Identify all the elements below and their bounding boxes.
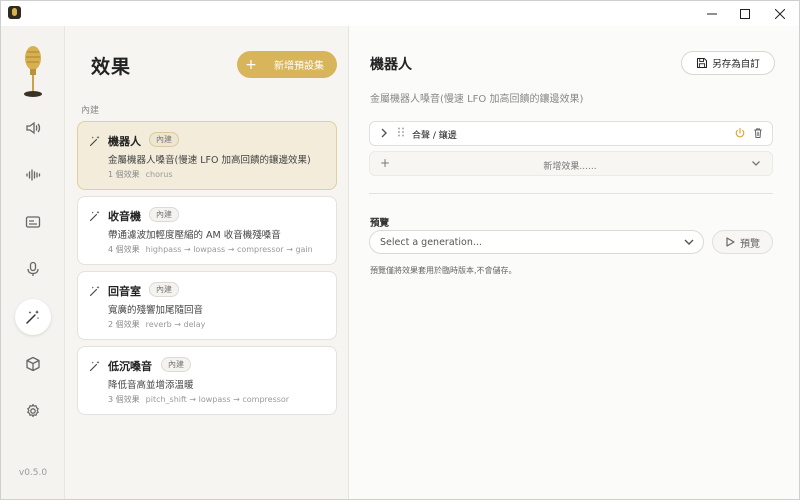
effect-chain: pitch_shift → lowpass → compressor <box>145 395 290 404</box>
nav-settings[interactable] <box>15 393 51 429</box>
preset-meta: 2 個效果 reverb → delay <box>108 319 205 330</box>
preset-meta: 3 個效果 pitch_shift → lowpass → compressor <box>108 394 289 405</box>
magic-wand-icon <box>89 285 100 297</box>
save-icon <box>697 57 708 69</box>
preset-meta: 4 個效果 highpass → lowpass → compressor → g… <box>108 244 313 255</box>
new-preset-label: 新增預設集 <box>274 61 324 72</box>
page-title: 效果 <box>91 56 132 78</box>
builtin-badge: 內建 <box>149 207 179 222</box>
builtin-badge: 內建 <box>149 132 179 147</box>
plus-icon: + <box>245 56 257 73</box>
effect-chain: reverb → delay <box>145 320 206 329</box>
preset-name: 回音室 <box>108 285 141 298</box>
preset-card[interactable]: 機器人 內建 金屬機器人嗓音(慢速 LFO 加高回饋的鑲邊效果) 1 個效果 ch… <box>77 121 337 190</box>
nav-microphone[interactable] <box>15 251 51 287</box>
preset-detail-pane: 機器人 另存為自訂 金屬機器人嗓音(慢速 LFO 加高回饋的鑲邊效果) 合聲 /… <box>350 26 799 499</box>
effect-chain: chorus <box>145 170 173 179</box>
preview-button-label: 預覽 <box>740 238 760 250</box>
subtitles-icon <box>25 216 41 228</box>
play-icon <box>726 237 735 247</box>
new-preset-button[interactable]: + 新增預設集 <box>237 51 337 78</box>
builtin-badge: 內建 <box>149 282 179 297</box>
gear-icon <box>27 403 39 418</box>
magic-wand-icon <box>89 210 100 222</box>
nav-effects[interactable] <box>15 299 51 335</box>
generation-select-placeholder: Select a generation... <box>380 237 482 248</box>
minimize-button[interactable] <box>695 1 729 26</box>
effect-count: 4 個效果 <box>108 245 140 254</box>
chevron-down-icon <box>752 161 760 166</box>
divider <box>369 193 773 194</box>
magic-wand-icon <box>89 360 100 372</box>
effect-row[interactable]: 合聲 / 鑲邊 <box>369 121 773 146</box>
section-label-builtin: 內建 <box>81 106 100 116</box>
preset-card[interactable]: 低沉嗓音 內建 降低音高並增添溫暖 3 個效果 pitch_shift → low… <box>77 346 337 415</box>
nav-subtitles[interactable] <box>15 204 51 240</box>
preset-description: 金屬機器人嗓音(慢速 LFO 加高回饋的鑲邊效果) <box>108 155 311 166</box>
drag-handle-icon[interactable] <box>397 126 405 138</box>
effect-name: 合聲 / 鑲邊 <box>412 131 457 141</box>
minimize-icon <box>707 13 717 14</box>
add-effect-label: 新增效果...... <box>543 162 597 172</box>
save-as-custom-button[interactable]: 另存為自訂 <box>681 51 775 75</box>
add-effect-dropdown[interactable]: + 新增效果...... <box>369 151 773 176</box>
preview-button[interactable]: 預覽 <box>712 230 773 254</box>
preset-meta: 1 個效果 chorus <box>108 169 173 180</box>
preview-section-label: 預覽 <box>370 218 390 229</box>
app-logo-icon <box>8 6 21 19</box>
nav-waveform[interactable] <box>15 157 51 193</box>
speaker-icon <box>26 121 41 135</box>
nav-speaker[interactable] <box>15 110 51 146</box>
maximize-button[interactable] <box>728 1 762 26</box>
preset-list-pane: 效果 + 新增預設集 內建 機器人 內建 金屬機器人嗓音(慢速 LFO 加高回饋… <box>65 26 349 499</box>
magic-wand-icon <box>89 135 100 147</box>
chevron-down-icon <box>684 239 694 245</box>
title-bar <box>1 1 799 26</box>
preset-name: 收音機 <box>108 210 141 223</box>
app-window: v0.5.0 效果 + 新增預設集 內建 機器人 內建 金屬機器人嗓音(慢速 L… <box>0 0 800 500</box>
sidebar: v0.5.0 <box>1 26 65 499</box>
preset-name: 低沉嗓音 <box>108 360 152 373</box>
builtin-badge: 內建 <box>161 357 191 372</box>
preset-card[interactable]: 回音室 內建 寬廣的殘響加尾隨回音 2 個效果 reverb → delay <box>77 271 337 340</box>
maximize-icon <box>740 8 750 19</box>
microphone-icon <box>27 261 39 276</box>
effect-count: 2 個效果 <box>108 320 140 329</box>
close-icon <box>775 8 785 19</box>
generation-select[interactable]: Select a generation... <box>369 230 704 254</box>
preview-note: 預覽僅將效果套用於臨時版本,不會儲存。 <box>370 266 517 275</box>
power-icon[interactable] <box>734 127 746 139</box>
cube-icon <box>26 356 40 372</box>
detail-title: 機器人 <box>370 57 412 73</box>
preset-description: 帶通濾波加輕度壓縮的 AM 收音機殘嗓音 <box>108 230 281 241</box>
effect-count: 3 個效果 <box>108 395 140 404</box>
magic-wand-icon <box>26 310 40 324</box>
detail-description: 金屬機器人嗓音(慢速 LFO 加高回饋的鑲邊效果) <box>370 94 584 105</box>
microphone-logo-icon <box>24 46 42 97</box>
save-as-label: 另存為自訂 <box>712 59 760 70</box>
close-button[interactable] <box>763 1 797 26</box>
preset-description: 降低音高並增添溫暖 <box>108 380 194 391</box>
preset-name: 機器人 <box>108 135 141 148</box>
effect-chain: highpass → lowpass → compressor → gain <box>145 245 313 254</box>
effect-count: 1 個效果 <box>108 170 140 179</box>
nav-models[interactable] <box>15 346 51 382</box>
app-version: v0.5.0 <box>18 468 48 478</box>
preset-description: 寬廣的殘響加尾隨回音 <box>108 305 204 316</box>
chevron-right-icon[interactable] <box>379 127 389 139</box>
preset-card[interactable]: 收音機 內建 帶通濾波加輕度壓縮的 AM 收音機殘嗓音 4 個效果 highpas… <box>77 196 337 265</box>
trash-icon[interactable] <box>752 127 764 139</box>
waveform-icon <box>26 169 41 181</box>
